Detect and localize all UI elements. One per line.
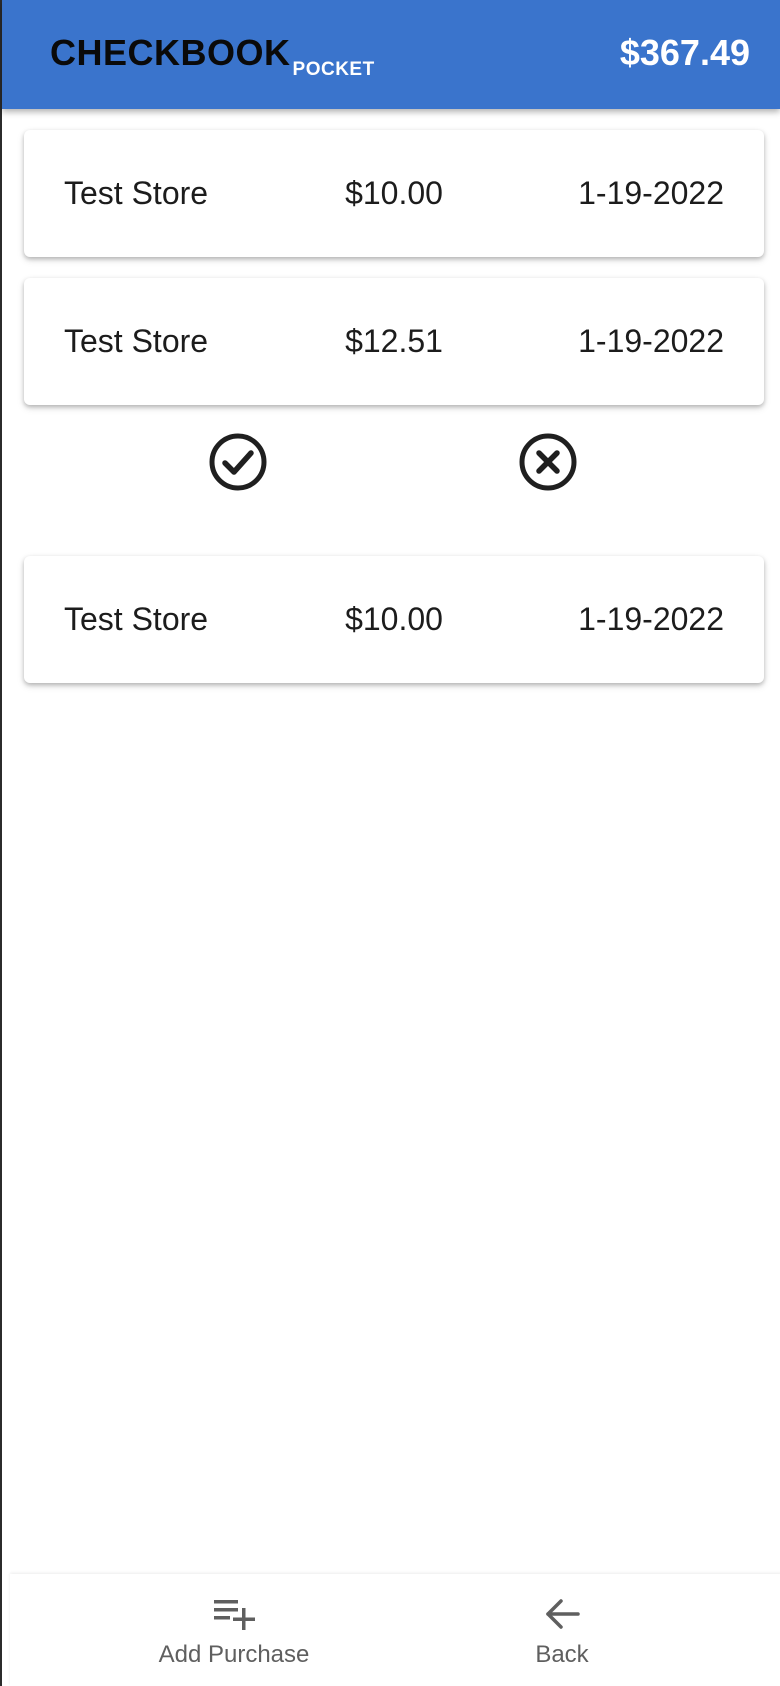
bottom-navigation: Add Purchase Back: [10, 1574, 780, 1686]
app-title: CHECKBOOK: [50, 32, 291, 73]
transaction-date: 1-19-2022: [578, 601, 724, 637]
arrow-left-icon: [546, 1599, 580, 1629]
add-purchase-button[interactable]: Add Purchase: [84, 1574, 384, 1686]
back-label: Back: [535, 1641, 589, 1668]
transaction-card[interactable]: Test Store $10.00 1-19-2022: [24, 130, 764, 257]
app-logo: CHECKBOOK POCKET: [50, 30, 375, 80]
app-screen: CHECKBOOK POCKET $367.49 Test Store $10.…: [0, 0, 780, 1686]
transaction-card[interactable]: Test Store $10.00 1-19-2022: [24, 556, 764, 683]
add-purchase-label: Add Purchase: [158, 1641, 310, 1668]
close-circle-icon: [519, 433, 577, 491]
transaction-card-selected[interactable]: Test Store $12.51 1-19-2022: [24, 278, 764, 405]
playlist-add-icon: [214, 1600, 255, 1630]
check-circle-icon: [209, 433, 267, 491]
app-bar: CHECKBOOK POCKET $367.49: [2, 0, 780, 109]
balance-amount: $367.49: [619, 32, 750, 73]
back-button[interactable]: Back: [412, 1574, 712, 1686]
transaction-date: 1-19-2022: [578, 175, 724, 211]
app-subtitle: POCKET: [292, 59, 375, 80]
confirm-button[interactable]: [208, 432, 268, 492]
cancel-button[interactable]: [518, 432, 578, 492]
transaction-date: 1-19-2022: [578, 323, 724, 359]
